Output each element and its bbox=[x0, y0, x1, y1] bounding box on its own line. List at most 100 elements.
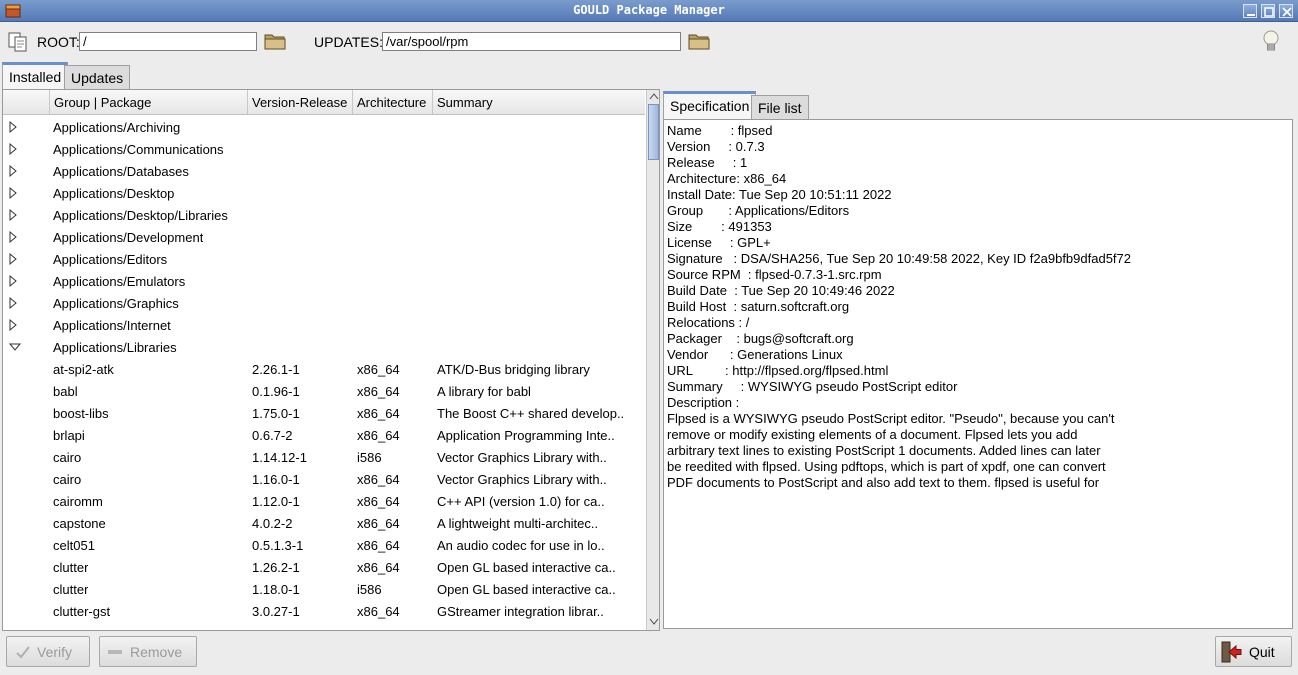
specification-panel: Name : flpsed Version : 0.7.3 Release : 1A… bbox=[663, 119, 1293, 629]
expander-icon[interactable] bbox=[9, 209, 17, 221]
scrollbar-thumb[interactable] bbox=[648, 104, 659, 160]
package-row[interactable]: at-spi2-atk 2.26.1-1 x86_64 ATK/D-Bus bridg… bbox=[3, 358, 645, 380]
package-row[interactable]: clutter-gst 3.0.27-1 x86_64 GStreamer integ… bbox=[3, 600, 645, 622]
toolbar: ROOT: UPDATES: bbox=[0, 23, 1298, 61]
spec-line: Architecture: x86_64 bbox=[667, 171, 787, 186]
updates-input[interactable] bbox=[382, 32, 681, 51]
lightbulb-icon[interactable] bbox=[1262, 29, 1280, 55]
package-name: brlapi bbox=[53, 428, 85, 443]
group-row[interactable]: Applications/Editors bbox=[3, 248, 645, 270]
quit-button[interactable]: Quit bbox=[1215, 636, 1292, 667]
spec-line: Flpsed is a WYSIWYG pseudo PostScript ed… bbox=[667, 411, 1115, 426]
document-icon[interactable] bbox=[7, 31, 29, 53]
expander-icon[interactable] bbox=[9, 231, 17, 243]
package-row[interactable]: boost-libs 1.75.0-1 x86_64 The Boost C++ sh… bbox=[3, 402, 645, 424]
group-label: Applications/Editors bbox=[53, 252, 168, 267]
expander-icon[interactable] bbox=[9, 143, 17, 155]
group-row[interactable]: Applications/Communications bbox=[3, 138, 645, 160]
expander-icon[interactable] bbox=[9, 253, 17, 265]
group-row[interactable]: Applications/Graphics bbox=[3, 292, 645, 314]
expander-icon[interactable] bbox=[9, 319, 17, 331]
spec-line: Vendor : Generations Linux bbox=[667, 347, 843, 362]
group-label: Applications/Desktop bbox=[53, 186, 175, 201]
spec-line: Name : flpsed bbox=[667, 123, 773, 138]
tab-specification[interactable]: Specification bbox=[663, 91, 757, 119]
group-label: Applications/Archiving bbox=[53, 120, 181, 135]
column-header-summary[interactable]: Summary bbox=[432, 90, 645, 114]
package-row[interactable]: clutter 1.26.2-1 x86_64 Open GL based inter… bbox=[3, 556, 645, 578]
group-row-expanded[interactable]: Applications/Libraries bbox=[3, 336, 645, 358]
group-label: Applications/Desktop/Libraries bbox=[53, 208, 228, 223]
close-button[interactable] bbox=[1279, 4, 1293, 18]
package-summary: ATK/D-Bus bridging library bbox=[437, 362, 590, 377]
expander-icon[interactable] bbox=[9, 187, 17, 199]
expander-icon[interactable] bbox=[9, 165, 17, 177]
package-version: 3.0.27-1 bbox=[252, 604, 300, 619]
column-header-group-package[interactable]: Group | Package bbox=[49, 90, 247, 114]
tab-installed[interactable]: Installed bbox=[2, 62, 69, 90]
group-row[interactable]: Applications/Internet bbox=[3, 314, 645, 336]
remove-label: Remove bbox=[130, 644, 183, 660]
spec-line: remove or modify existing elements of a … bbox=[667, 427, 1078, 442]
package-arch: x86_64 bbox=[357, 538, 400, 553]
package-summary: A library for babl bbox=[437, 384, 531, 399]
group-label: Applications/Internet bbox=[53, 318, 171, 333]
tab-file-list[interactable]: File list bbox=[751, 95, 809, 120]
package-row[interactable]: cairomm 1.12.0-1 x86_64 C++ API (version 1.… bbox=[3, 490, 645, 512]
expander-icon[interactable] bbox=[9, 297, 17, 309]
package-row[interactable]: clutter 1.18.0-1 i586 Open GL based interac… bbox=[3, 578, 645, 600]
minimize-button[interactable] bbox=[1243, 4, 1257, 18]
package-name: babl bbox=[53, 384, 78, 399]
package-arch: x86_64 bbox=[357, 494, 400, 509]
tab-updates[interactable]: Updates bbox=[64, 65, 131, 90]
quit-label: Quit bbox=[1249, 644, 1275, 660]
scroll-up-icon[interactable] bbox=[649, 92, 659, 100]
group-row[interactable]: Applications/Development bbox=[3, 226, 645, 248]
package-summary: Open GL based interactive ca.. bbox=[437, 560, 616, 575]
group-row[interactable]: Applications/Databases bbox=[3, 160, 645, 182]
root-input[interactable] bbox=[79, 32, 257, 51]
check-icon bbox=[16, 646, 30, 659]
package-rows: Applications/Archiving Applications/Comm… bbox=[3, 116, 645, 630]
group-row[interactable]: Applications/Desktop/Libraries bbox=[3, 204, 645, 226]
package-row[interactable]: cairo 1.16.0-1 x86_64 Vector Graphics Libra… bbox=[3, 468, 645, 490]
group-label: Applications/Development bbox=[53, 230, 204, 245]
vertical-scrollbar[interactable] bbox=[646, 90, 659, 630]
package-arch: x86_64 bbox=[357, 560, 400, 575]
minus-icon bbox=[108, 650, 122, 654]
remove-button[interactable]: Remove bbox=[99, 636, 197, 667]
package-row[interactable]: capstone 4.0.2-2 x86_64 A lightweight multi… bbox=[3, 512, 645, 534]
package-version: 1.12.0-1 bbox=[252, 494, 300, 509]
column-header-architecture[interactable]: Architecture bbox=[352, 90, 432, 114]
group-row[interactable]: Applications/Desktop bbox=[3, 182, 645, 204]
column-header-version-release[interactable]: Version-Release bbox=[247, 90, 352, 114]
package-tree[interactable]: Group | Package Version-Release Architec… bbox=[2, 89, 660, 631]
spec-line: Summary : WYSIWYG pseudo PostScript edit… bbox=[667, 379, 958, 394]
spec-line: Description : bbox=[667, 395, 740, 410]
group-label: Applications/Databases bbox=[53, 164, 189, 179]
group-row[interactable]: Applications/Emulators bbox=[3, 270, 645, 292]
spec-line: Size : 491353 bbox=[667, 219, 772, 234]
verify-button[interactable]: Verify bbox=[6, 636, 90, 667]
package-name: capstone bbox=[53, 516, 106, 531]
package-version: 1.26.2-1 bbox=[252, 560, 300, 575]
package-arch: x86_64 bbox=[357, 516, 400, 531]
root-folder-icon[interactable] bbox=[264, 31, 286, 51]
package-arch: i586 bbox=[357, 582, 382, 597]
package-row[interactable]: babl 0.1.96-1 x86_64 A library for babl bbox=[3, 380, 645, 402]
expander-icon[interactable] bbox=[9, 275, 17, 287]
package-name: cairo bbox=[53, 450, 82, 465]
group-row[interactable]: Applications/Archiving bbox=[3, 116, 645, 138]
expander-open-icon[interactable] bbox=[9, 343, 21, 351]
package-version: 0.6.7-2 bbox=[252, 428, 293, 443]
package-row[interactable]: cairo 1.14.12-1 i586 Vector Graphics Librar… bbox=[3, 446, 645, 468]
package-row[interactable]: brlapi 0.6.7-2 x86_64 Application Programmi… bbox=[3, 424, 645, 446]
package-name: at-spi2-atk bbox=[53, 362, 114, 377]
package-row[interactable]: celt051 0.5.1.3-1 x86_64 An audio codec for… bbox=[3, 534, 645, 556]
scroll-down-icon[interactable] bbox=[649, 618, 659, 626]
maximize-button[interactable] bbox=[1261, 4, 1275, 18]
minimize-icon bbox=[1247, 14, 1255, 16]
expander-icon[interactable] bbox=[9, 121, 17, 133]
exit-icon bbox=[1221, 641, 1242, 663]
updates-folder-icon[interactable] bbox=[688, 31, 710, 51]
